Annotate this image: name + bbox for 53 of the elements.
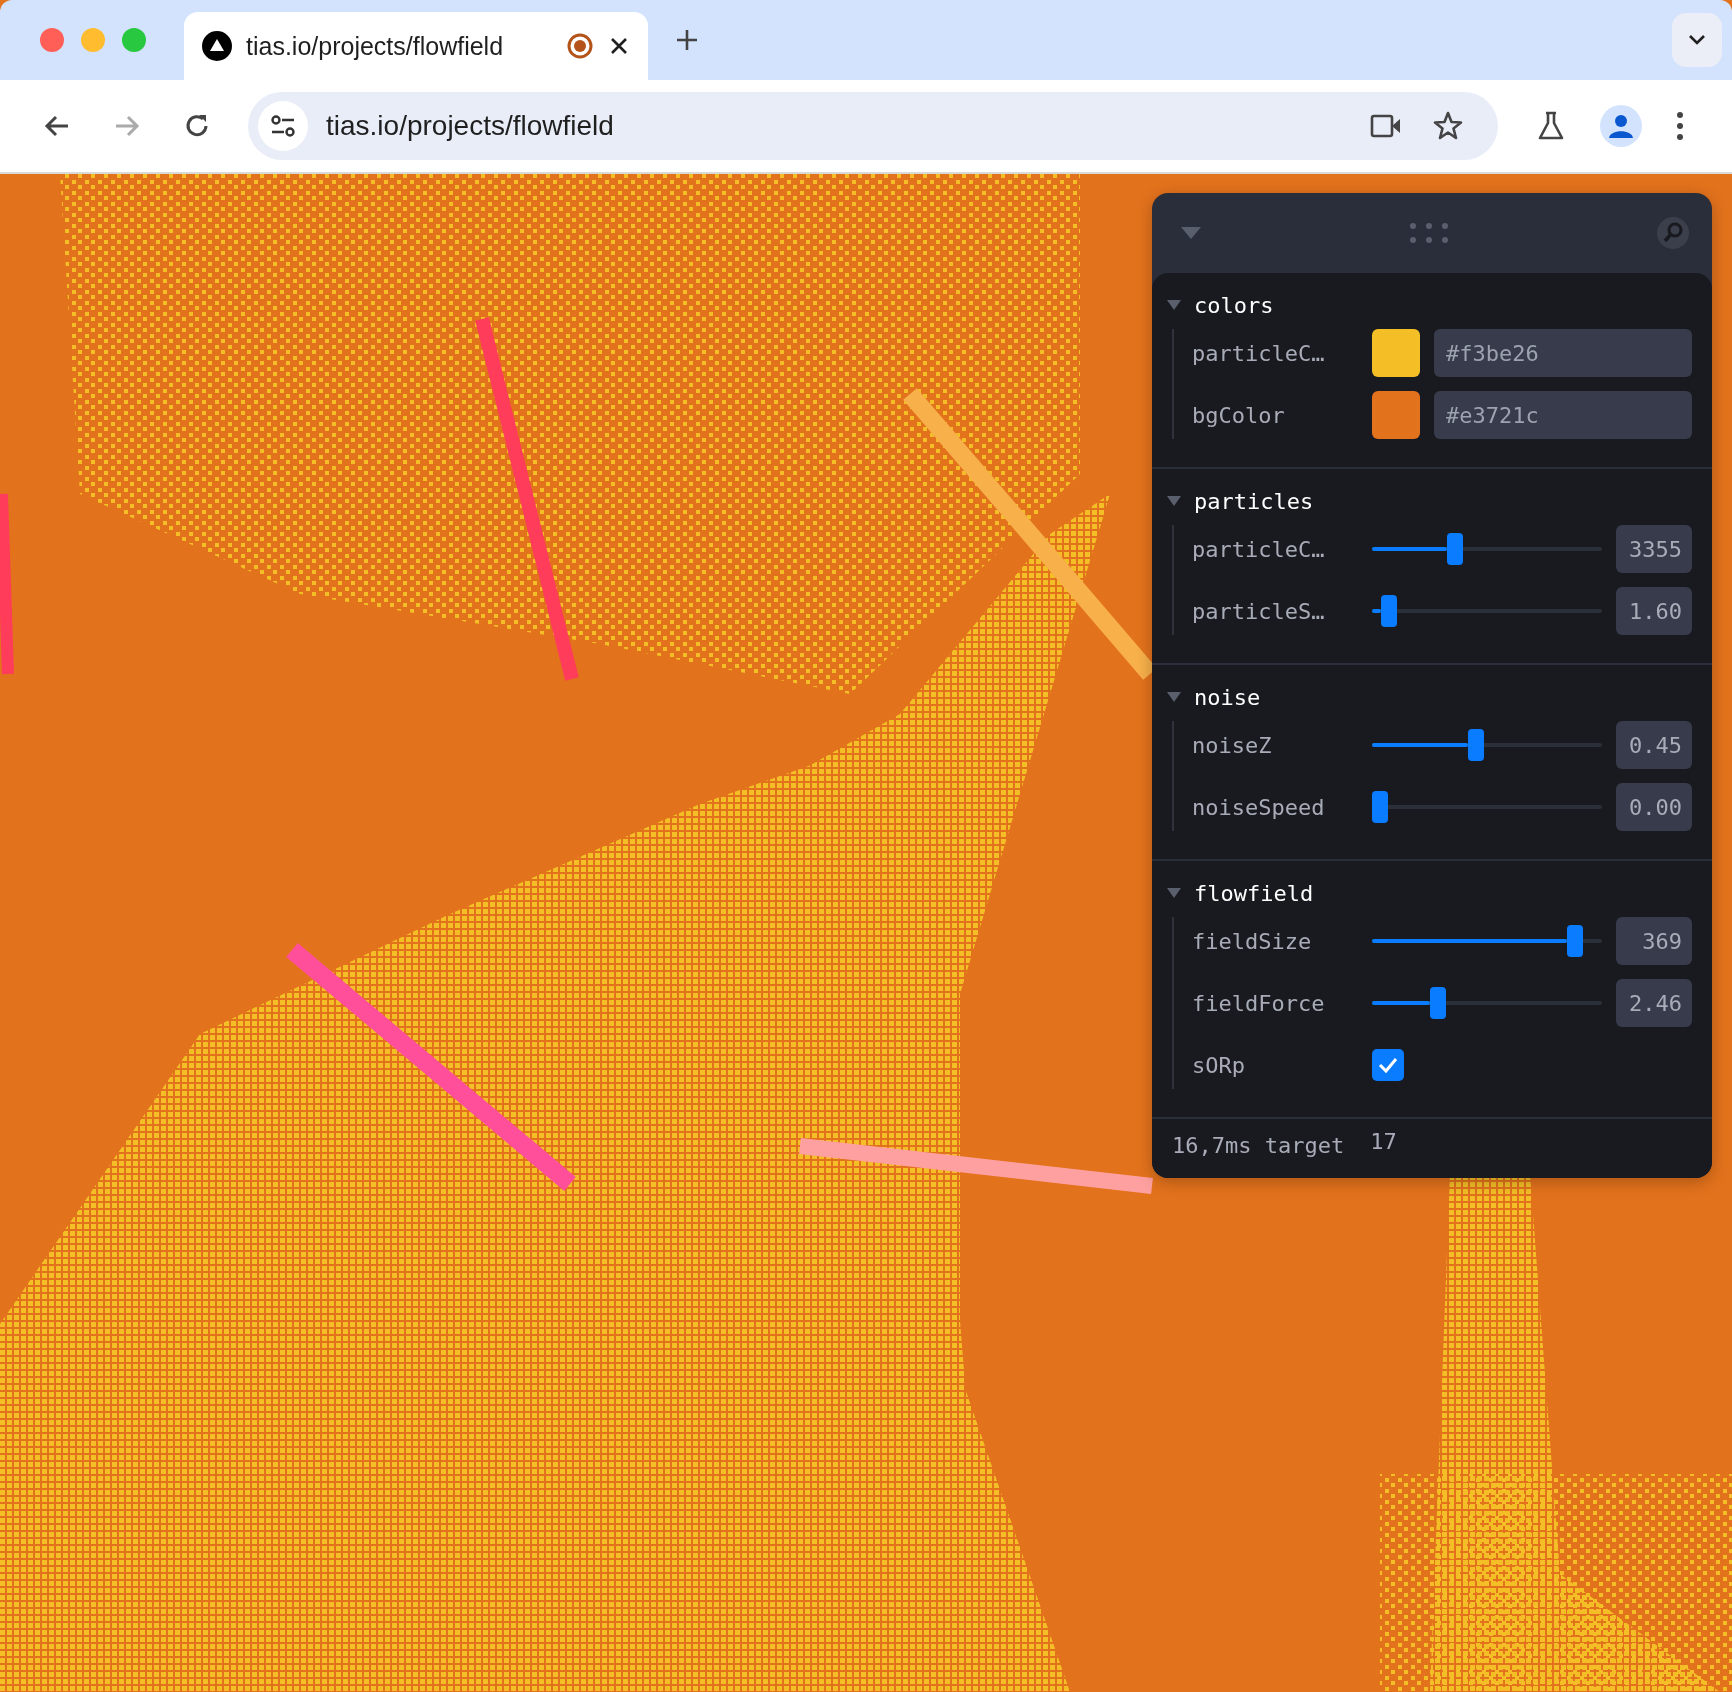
hex-input-field[interactable]: #f3be26	[1434, 329, 1692, 377]
sliders-icon	[270, 114, 296, 138]
tab-title: tias.io/projects/flowfield	[246, 31, 505, 61]
checkbox[interactable]	[1372, 1049, 1404, 1081]
number-input-field[interactable]: 0.00	[1616, 783, 1692, 831]
video-camera-icon[interactable]	[1370, 113, 1402, 139]
folder-title[interactable]: particles	[1194, 488, 1314, 514]
control-label: noiseSpeed	[1192, 794, 1326, 820]
number-input-field[interactable]: 3355	[1616, 525, 1692, 573]
control-label: noiseZ	[1192, 732, 1273, 758]
slider-thumb[interactable]	[1372, 791, 1388, 823]
control-label: bgColor	[1192, 402, 1286, 428]
control-label: fieldForce	[1192, 990, 1326, 1016]
color-swatch[interactable]	[1372, 391, 1420, 439]
number-input-field[interactable]: 369	[1616, 917, 1692, 965]
slider-thumb[interactable]	[1446, 533, 1463, 565]
chevron-down-icon	[1687, 33, 1707, 47]
folder-title[interactable]: noise	[1194, 684, 1261, 710]
hex-input-field[interactable]: #e3721c	[1434, 391, 1692, 439]
star-icon[interactable]	[1432, 110, 1464, 142]
person-icon	[1608, 113, 1634, 139]
disclosure-triangle-icon[interactable]	[1166, 495, 1182, 507]
profile-avatar[interactable]	[1600, 105, 1642, 147]
fps-label: 16,7ms target	[1172, 1133, 1345, 1158]
number-input-field[interactable]: 0.45	[1616, 721, 1692, 769]
number-input-field[interactable]: 2.46	[1616, 979, 1692, 1027]
flask-icon[interactable]	[1536, 110, 1566, 142]
control-label: fieldSize	[1192, 928, 1313, 954]
menu-icon[interactable]	[1676, 111, 1684, 141]
number-input-field[interactable]: 1.60	[1616, 587, 1692, 635]
control-label: particleC…	[1192, 536, 1326, 562]
site-settings-button[interactable]	[258, 101, 308, 151]
url-text: tias.io/projects/flowfield	[326, 110, 615, 142]
folder-title[interactable]: flowfield	[1194, 880, 1314, 906]
address-bar[interactable]: tias.io/projects/flowfield	[248, 92, 1498, 160]
fps-value: 17	[1370, 1129, 1397, 1154]
control-label: sORp	[1192, 1052, 1246, 1078]
slider-thumb[interactable]	[1380, 595, 1397, 627]
slider-thumb[interactable]	[1429, 987, 1446, 1019]
triangle-logo-icon	[202, 31, 232, 61]
disclosure-triangle-icon[interactable]	[1166, 887, 1182, 899]
control-label: particleS…	[1192, 598, 1326, 624]
slider-thumb[interactable]	[1566, 925, 1583, 957]
browser-tab[interactable]: tias.io/projects/flowfield	[184, 12, 648, 80]
disclosure-triangle-icon[interactable]	[1166, 691, 1182, 703]
slider-thumb[interactable]	[1468, 729, 1485, 761]
color-swatch[interactable]	[1372, 329, 1420, 377]
new-tab-icon[interactable]	[674, 27, 700, 53]
checkmark-icon	[1377, 1056, 1399, 1074]
disclosure-triangle-icon[interactable]	[1166, 299, 1182, 311]
control-label: particleC…	[1192, 340, 1326, 366]
folder-title[interactable]: colors	[1194, 292, 1274, 318]
drag-handle-icon[interactable]	[1409, 222, 1449, 244]
